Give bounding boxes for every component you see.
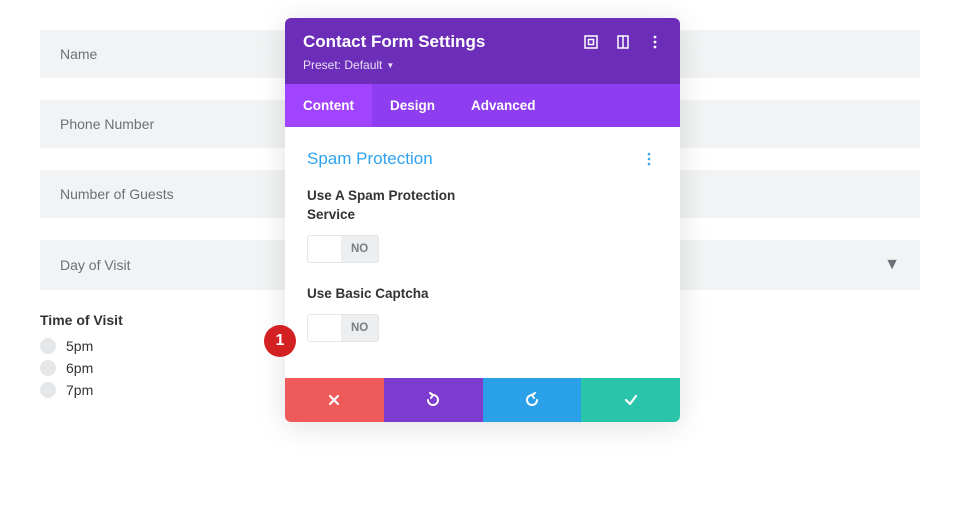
snap-icon[interactable] bbox=[616, 35, 630, 49]
spam-service-toggle[interactable]: NO bbox=[307, 235, 379, 263]
toggle-state-label: NO bbox=[341, 314, 379, 342]
tab-content[interactable]: Content bbox=[285, 84, 372, 127]
modal-title: Contact Form Settings bbox=[303, 32, 584, 52]
annotation-callout-1: 1 bbox=[264, 325, 296, 357]
time-option-label: 6pm bbox=[66, 360, 93, 376]
name-placeholder: Name bbox=[60, 46, 97, 62]
modal-tabs: Content Design Advanced bbox=[285, 84, 680, 127]
toggle-state-label: NO bbox=[341, 235, 379, 263]
time-option-label: 5pm bbox=[66, 338, 93, 354]
time-option-label: 7pm bbox=[66, 382, 93, 398]
undo-button[interactable] bbox=[384, 378, 483, 422]
basic-captcha-label: Use Basic Captcha bbox=[307, 285, 487, 304]
group-menu-icon[interactable] bbox=[640, 152, 658, 166]
phone-placeholder: Phone Number bbox=[60, 116, 154, 132]
caret-down-icon: ▼ bbox=[386, 61, 394, 70]
radio-icon bbox=[40, 382, 56, 398]
toggle-knob bbox=[307, 314, 341, 342]
expand-icon[interactable] bbox=[584, 35, 598, 49]
spam-service-label: Use A Spam Protection Service bbox=[307, 187, 487, 225]
redo-button[interactable] bbox=[483, 378, 582, 422]
callout-number: 1 bbox=[276, 332, 285, 350]
close-icon bbox=[327, 393, 341, 407]
check-icon bbox=[623, 392, 639, 408]
options-group-title[interactable]: Spam Protection bbox=[307, 149, 640, 169]
preset-selector[interactable]: Preset: Default ▼ bbox=[303, 58, 662, 72]
radio-icon bbox=[40, 338, 56, 354]
tab-advanced[interactable]: Advanced bbox=[453, 84, 554, 127]
radio-icon bbox=[40, 360, 56, 376]
modal-body: Spam Protection Use A Spam Protection Se… bbox=[285, 127, 680, 378]
basic-captcha-toggle[interactable]: NO bbox=[307, 314, 379, 342]
chevron-down-icon: ▼ bbox=[884, 256, 900, 274]
redo-icon bbox=[524, 392, 540, 408]
preset-label: Preset: Default bbox=[303, 58, 382, 72]
toggle-knob bbox=[307, 235, 341, 263]
day-placeholder: Day of Visit bbox=[60, 257, 131, 273]
modal-header: Contact Form Settings Preset: Default ▼ bbox=[285, 18, 680, 84]
settings-modal: Contact Form Settings Preset: Default ▼ … bbox=[285, 18, 680, 422]
cancel-button[interactable] bbox=[285, 378, 384, 422]
undo-icon bbox=[425, 392, 441, 408]
kebab-icon[interactable] bbox=[648, 35, 662, 49]
save-button[interactable] bbox=[581, 378, 680, 422]
guests-placeholder: Number of Guests bbox=[60, 186, 174, 202]
modal-actions bbox=[285, 378, 680, 422]
tab-design[interactable]: Design bbox=[372, 84, 453, 127]
